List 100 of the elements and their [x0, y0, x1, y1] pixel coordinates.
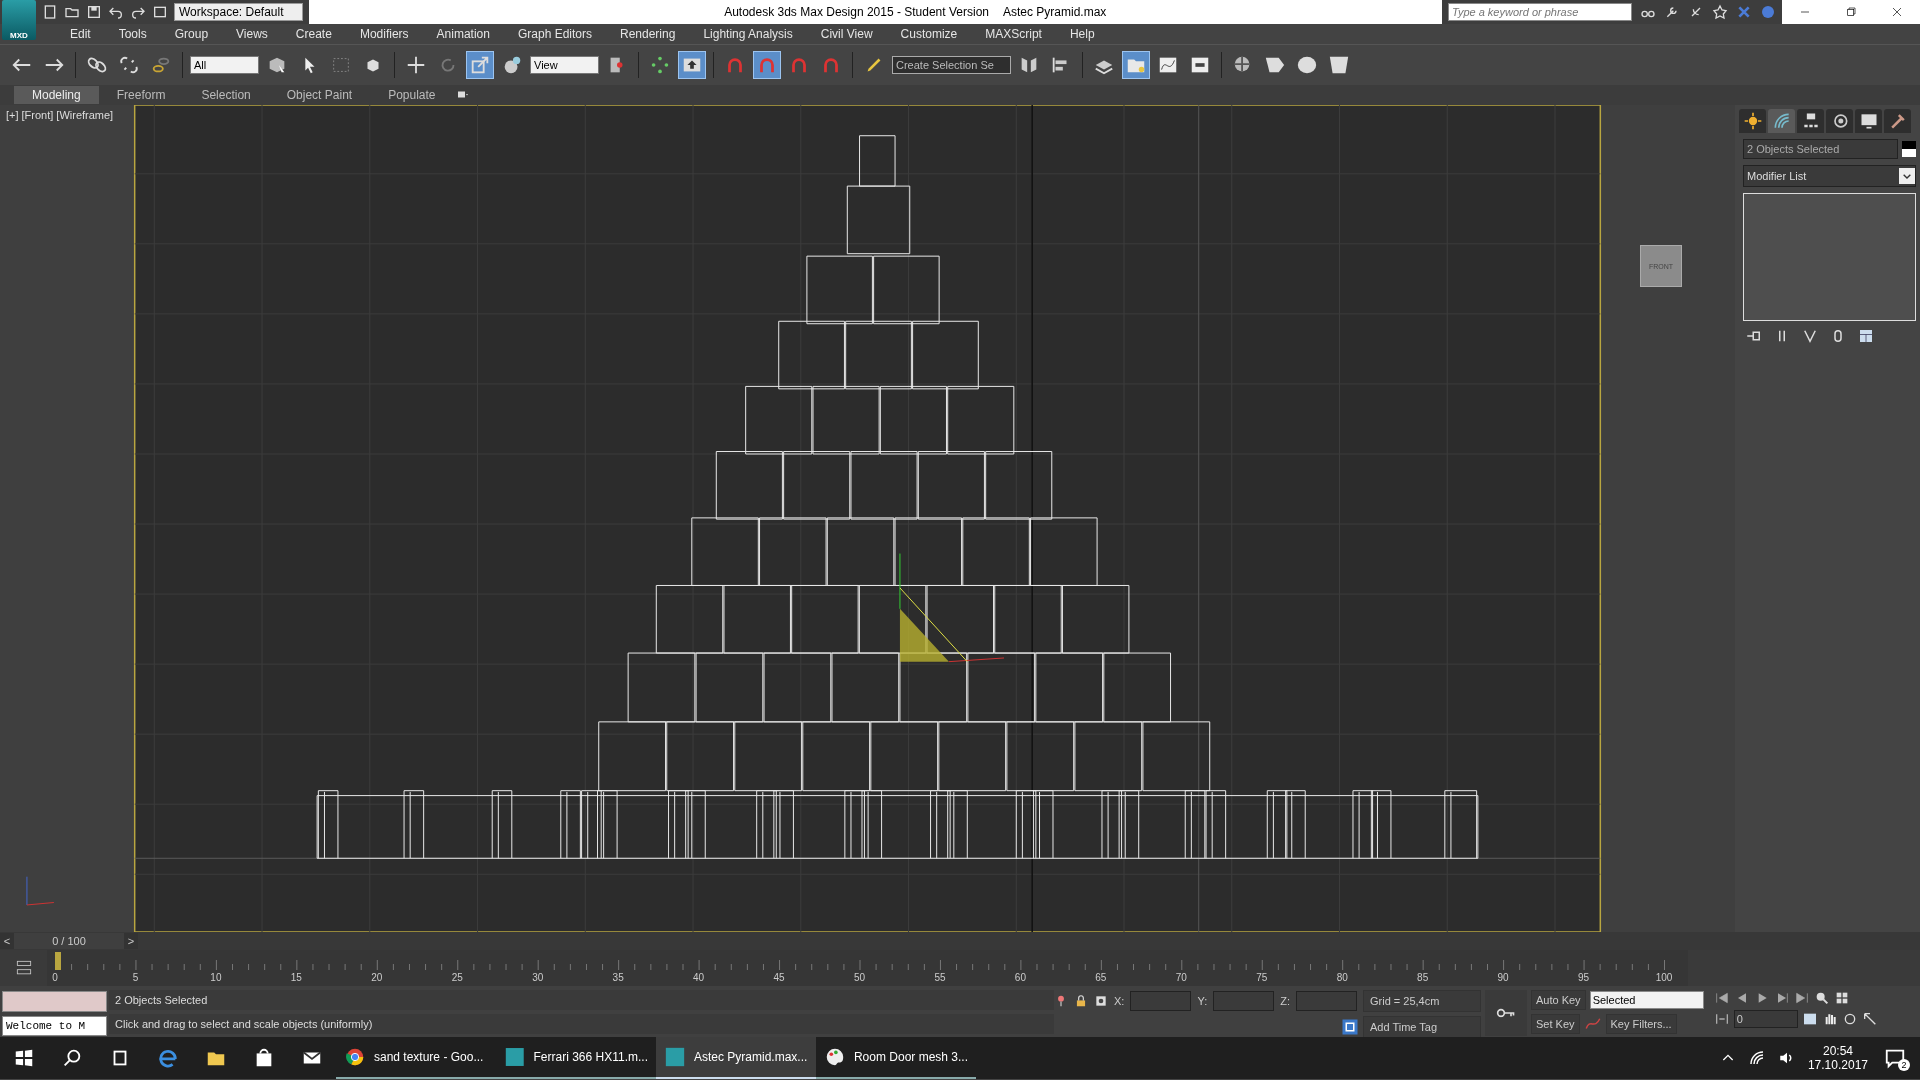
file-name: Astec Pyramid.max	[1003, 5, 1107, 19]
ribbon-tab[interactable]: Modeling	[14, 86, 99, 104]
auto-key-button[interactable]: Auto Key	[1531, 990, 1586, 1010]
ribbon-tab[interactable]: Freeform	[98, 86, 184, 104]
chevron-icon	[1899, 167, 1915, 185]
move-icon	[405, 54, 427, 76]
notification-icon[interactable]	[1884, 1047, 1906, 1069]
browser-icon[interactable]	[157, 1047, 179, 1069]
panel-tab[interactable]	[1797, 109, 1824, 133]
coordinate-label: X:	[1114, 995, 1125, 1007]
menu-item[interactable]: MAXScript	[971, 27, 1056, 41]
modifier-list-dropdown[interactable]: Modifier List	[1743, 165, 1916, 187]
time-tag-button[interactable]: Add Time Tag	[1363, 1016, 1481, 1038]
time-slider-thumb[interactable]: 0 / 100	[14, 933, 124, 949]
menu-item[interactable]: Tools	[104, 27, 161, 41]
coordinate-field[interactable]	[1130, 991, 1192, 1011]
target-icon[interactable]	[1094, 994, 1108, 1008]
tick-label: 10	[210, 972, 222, 983]
script-field[interactable]	[2, 991, 107, 1013]
tick-label: 20	[371, 972, 383, 983]
tick-label: 35	[612, 972, 624, 983]
tick-label: 65	[1095, 972, 1107, 983]
viewport-label[interactable]: [+]	[6, 109, 19, 121]
key-button[interactable]	[1485, 990, 1527, 1036]
ribbon-tab[interactable]: Object Paint	[268, 86, 371, 104]
time-tag-icon[interactable]	[1341, 1018, 1359, 1036]
search-field[interactable]: Type a keyword or phrase	[1448, 3, 1632, 21]
window-title: Autodesk 3ds Max Design 2015 - Student Version	[724, 5, 989, 19]
window-icon[interactable]	[152, 4, 168, 20]
selection-info: 2 Objects Selected	[109, 990, 1054, 1010]
taskbar-app[interactable]: Room Door mesh 3...	[816, 1037, 976, 1079]
key-filters-button[interactable]: Key Filters...	[1605, 1014, 1677, 1034]
menu-item[interactable]: Customize	[886, 27, 972, 41]
dropdown[interactable]: View	[530, 56, 599, 74]
coordinate-field[interactable]	[1213, 991, 1275, 1011]
clock-date[interactable]: 17.10.2017	[1807, 1058, 1868, 1072]
modifier-stack[interactable]	[1743, 193, 1916, 321]
menu-item[interactable]: Edit	[56, 27, 105, 41]
clock-time[interactable]: 20:54	[1822, 1044, 1853, 1058]
lock-icon[interactable]	[1074, 994, 1088, 1008]
menu-item[interactable]: Create	[281, 27, 346, 41]
tick-label: 55	[934, 972, 946, 983]
previous-frame-button[interactable]: <	[0, 933, 14, 949]
viewport-label[interactable]: [Wireframe]	[56, 109, 114, 121]
taskbar-app[interactable]: Astec Pyramid.max...	[656, 1037, 816, 1079]
time-ruler[interactable]: 0 5 10 15 20 25 30 35 40 45 50 55 60 65 70 75 80 85 90 95 100	[47, 950, 1688, 986]
ribbon-tab[interactable]: Populate	[370, 86, 454, 104]
set-key-button[interactable]: Set Key	[1531, 1014, 1580, 1034]
name-field[interactable]: 2 Objects Selected	[1743, 139, 1898, 159]
grid-icon[interactable]	[1857, 327, 1875, 345]
axis-icon	[26, 876, 55, 906]
menu-item[interactable]: Modifiers	[345, 27, 423, 41]
menu-item[interactable]: Civil View	[806, 27, 887, 41]
wrench-icon[interactable]	[1664, 4, 1680, 20]
tick-label: 15	[290, 972, 302, 983]
menu-item[interactable]: Rendering	[606, 27, 690, 41]
menu-item[interactable]: Animation	[422, 27, 504, 41]
dots-icon	[649, 54, 671, 76]
menu-item[interactable]: Views	[222, 27, 282, 41]
sun-icon	[1742, 111, 1763, 131]
toolbar-button[interactable]	[1121, 51, 1150, 79]
menu-item[interactable]: Lighting Analysis	[689, 27, 807, 41]
star-icon[interactable]	[1712, 4, 1728, 20]
go-to-start-icon[interactable]	[1713, 990, 1730, 1006]
tick-label: 0	[52, 972, 58, 983]
grid-size: Grid = 25,4cm	[1363, 990, 1481, 1012]
key-mode-dropdown[interactable]: Selected	[1589, 991, 1704, 1009]
script-listener-field[interactable]: Welcome to M	[2, 1016, 107, 1036]
next-frame-button[interactable]: >	[124, 933, 138, 949]
search-icon[interactable]	[61, 1047, 83, 1069]
windows-logo-icon[interactable]	[13, 1047, 35, 1069]
viewport-label[interactable]: [Front]	[21, 109, 54, 121]
menu-item[interactable]: Help	[1055, 27, 1109, 41]
workspace-dropdown[interactable]: Workspace: Default	[174, 3, 303, 21]
go-to-end-icon[interactable]	[1793, 990, 1810, 1006]
coordinate-label: Z:	[1280, 995, 1290, 1007]
coordinate-field[interactable]	[1296, 991, 1357, 1011]
panel-tab[interactable]	[1855, 109, 1882, 133]
save-icon[interactable]	[86, 4, 102, 20]
dropdown[interactable]: Create Selection Se	[892, 56, 1011, 74]
taskbar-app[interactable]: sand texture - Goo...	[336, 1037, 496, 1079]
panel-tab[interactable]	[1884, 109, 1911, 133]
frame-field[interactable]: 0	[1733, 1010, 1798, 1028]
panel-tab[interactable]	[1739, 109, 1766, 133]
wifi-icon[interactable]	[1747, 1049, 1766, 1067]
dropdown-label: Modifier List	[1747, 170, 1807, 182]
menu-item[interactable]: Graph Editors	[503, 27, 606, 41]
tick-label: 5	[132, 972, 139, 983]
time-config-icon[interactable]	[1801, 1011, 1818, 1027]
palette-icon	[824, 1046, 846, 1068]
key-mode-icon[interactable]	[1713, 1011, 1730, 1027]
ribbon-tab[interactable]: Selection	[183, 86, 269, 104]
dropdown[interactable]: All	[190, 56, 259, 74]
browser-icon	[344, 1046, 366, 1068]
toolbar-button[interactable]	[678, 51, 706, 79]
panel-tab[interactable]	[1826, 109, 1853, 133]
menu-item[interactable]: Group	[160, 27, 223, 41]
app-logo[interactable]: MXD	[2, 0, 36, 40]
color-swatch[interactable]	[1902, 141, 1916, 157]
new-file-icon[interactable]	[42, 4, 58, 20]
